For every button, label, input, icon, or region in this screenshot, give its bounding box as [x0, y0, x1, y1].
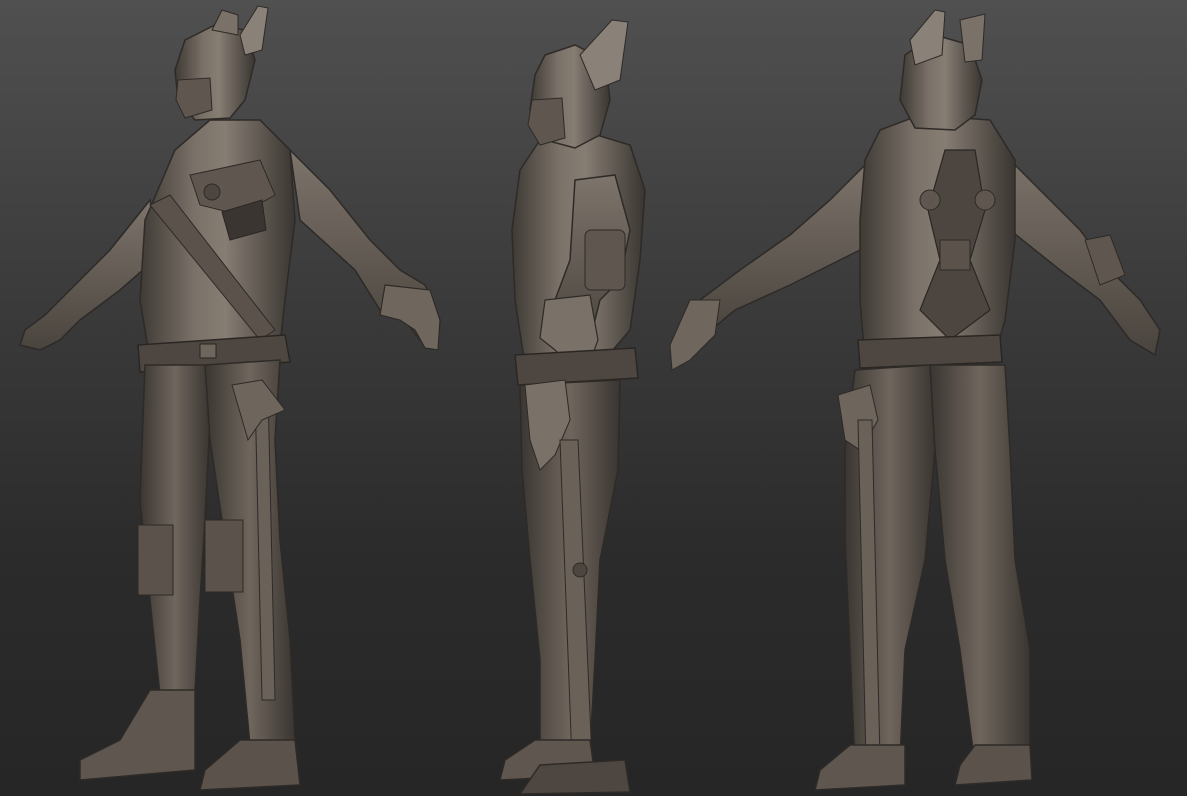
figure-three-quarter-back [669, 9, 1161, 791]
sculpt-render [19, 5, 1161, 795]
figure-side [499, 19, 646, 795]
sculpt-viewport [0, 0, 1187, 796]
figure-three-quarter-front [19, 5, 441, 791]
